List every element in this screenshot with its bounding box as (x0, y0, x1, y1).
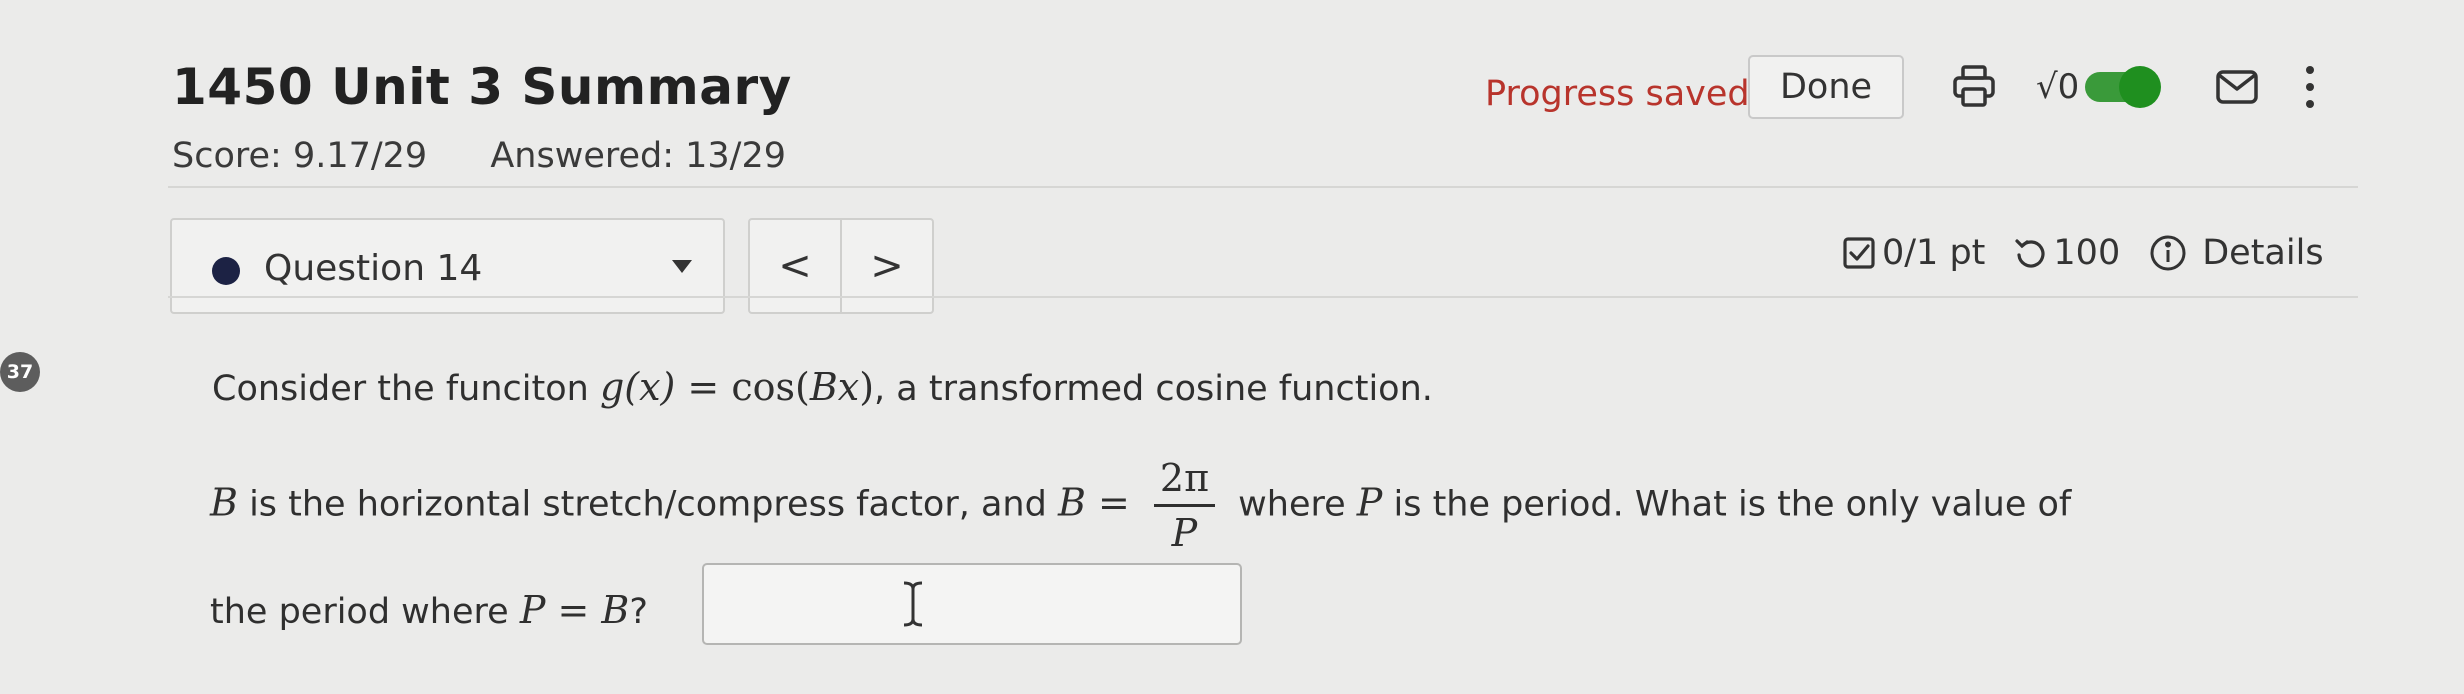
question-text: the period where (210, 592, 520, 632)
done-button[interactable]: Done (1748, 55, 1904, 119)
caret-down-icon (672, 260, 692, 273)
page-title: 1450 Unit 3 Summary (172, 58, 792, 116)
question-text: where (1227, 484, 1357, 525)
var-b: B (210, 480, 238, 525)
question-line-2: B is the horizontal stretch/compress fac… (210, 452, 2071, 559)
info-icon (2150, 235, 2186, 271)
toggle-switch[interactable] (2085, 66, 2162, 108)
status-dot (212, 257, 240, 285)
equals-sign: = (1085, 480, 1142, 525)
question-selector[interactable]: Question 14 (170, 218, 725, 314)
equals-sign: = (545, 588, 602, 632)
points-indicator: 0/1 pt (1842, 233, 1985, 273)
score-summary: Score: 9.17/29 Answered: 13/29 (172, 136, 838, 176)
attempts-text: 100 (2053, 233, 2121, 273)
question-text: Consider the funciton (212, 369, 600, 409)
question-score-bar: 0/1 pt 100 Details (1842, 228, 2352, 278)
var-p: P (1356, 480, 1383, 525)
math-display-toggle[interactable]: √0 (2036, 62, 2186, 112)
fraction-numerator: 2π (1153, 452, 1216, 507)
question-line-1: Consider the funciton g(x) = cos(Bx), a … (212, 365, 1433, 409)
question-text: is the horizontal stretch/compress facto… (237, 484, 1058, 525)
checkbox-icon (1843, 237, 1875, 269)
points-text: 0/1 pt (1882, 233, 1986, 273)
details-label: Details (2202, 233, 2324, 273)
attempts-indicator: 100 (2013, 233, 2120, 273)
next-question-button[interactable]: > (840, 220, 932, 312)
var-b: B (809, 365, 838, 409)
score-text: Score: 9.17/29 (172, 136, 428, 176)
answered-text: Answered: 13/29 (490, 136, 787, 176)
cos-close: ) (859, 365, 875, 409)
question-selector-label: Question 14 (264, 248, 483, 289)
function-name: g(x) (599, 365, 676, 409)
chevron-left-icon: < (778, 243, 812, 289)
var-b: B (601, 588, 630, 632)
printer-icon[interactable] (1948, 60, 2000, 112)
fraction: 2π P (1153, 452, 1216, 559)
question-text: , a transformed cosine function. (874, 369, 1433, 409)
equals-sign: = (675, 365, 732, 409)
question-line-3: the period where P = B? (210, 588, 648, 632)
question-pager: < > (748, 218, 934, 314)
question-text: is the period. What is the only value of (1382, 484, 2072, 525)
toggle-knob (2119, 66, 2162, 108)
fraction-denominator: P (1171, 511, 1198, 555)
side-badge: 37 (0, 352, 40, 392)
sqrt-icon: √0 (2036, 67, 2080, 107)
previous-question-button[interactable]: < (750, 220, 840, 312)
var-p: P (519, 588, 546, 632)
progress-status: Progress saved (1485, 74, 1750, 114)
retry-icon (2015, 239, 2045, 268)
text-cursor-icon (903, 581, 923, 627)
cos-open: cos( (731, 365, 810, 409)
answer-input[interactable] (702, 563, 1242, 645)
header-divider (168, 186, 2358, 188)
question-text: ? (629, 592, 648, 632)
chevron-right-icon: > (870, 243, 904, 289)
mail-icon[interactable] (2212, 62, 2262, 112)
details-button[interactable]: Details (2148, 233, 2324, 273)
var-x: x (837, 365, 860, 409)
kebab-menu-icon[interactable] (2300, 62, 2320, 112)
toolbar-divider (168, 296, 2358, 298)
var-b: B (1057, 480, 1086, 525)
